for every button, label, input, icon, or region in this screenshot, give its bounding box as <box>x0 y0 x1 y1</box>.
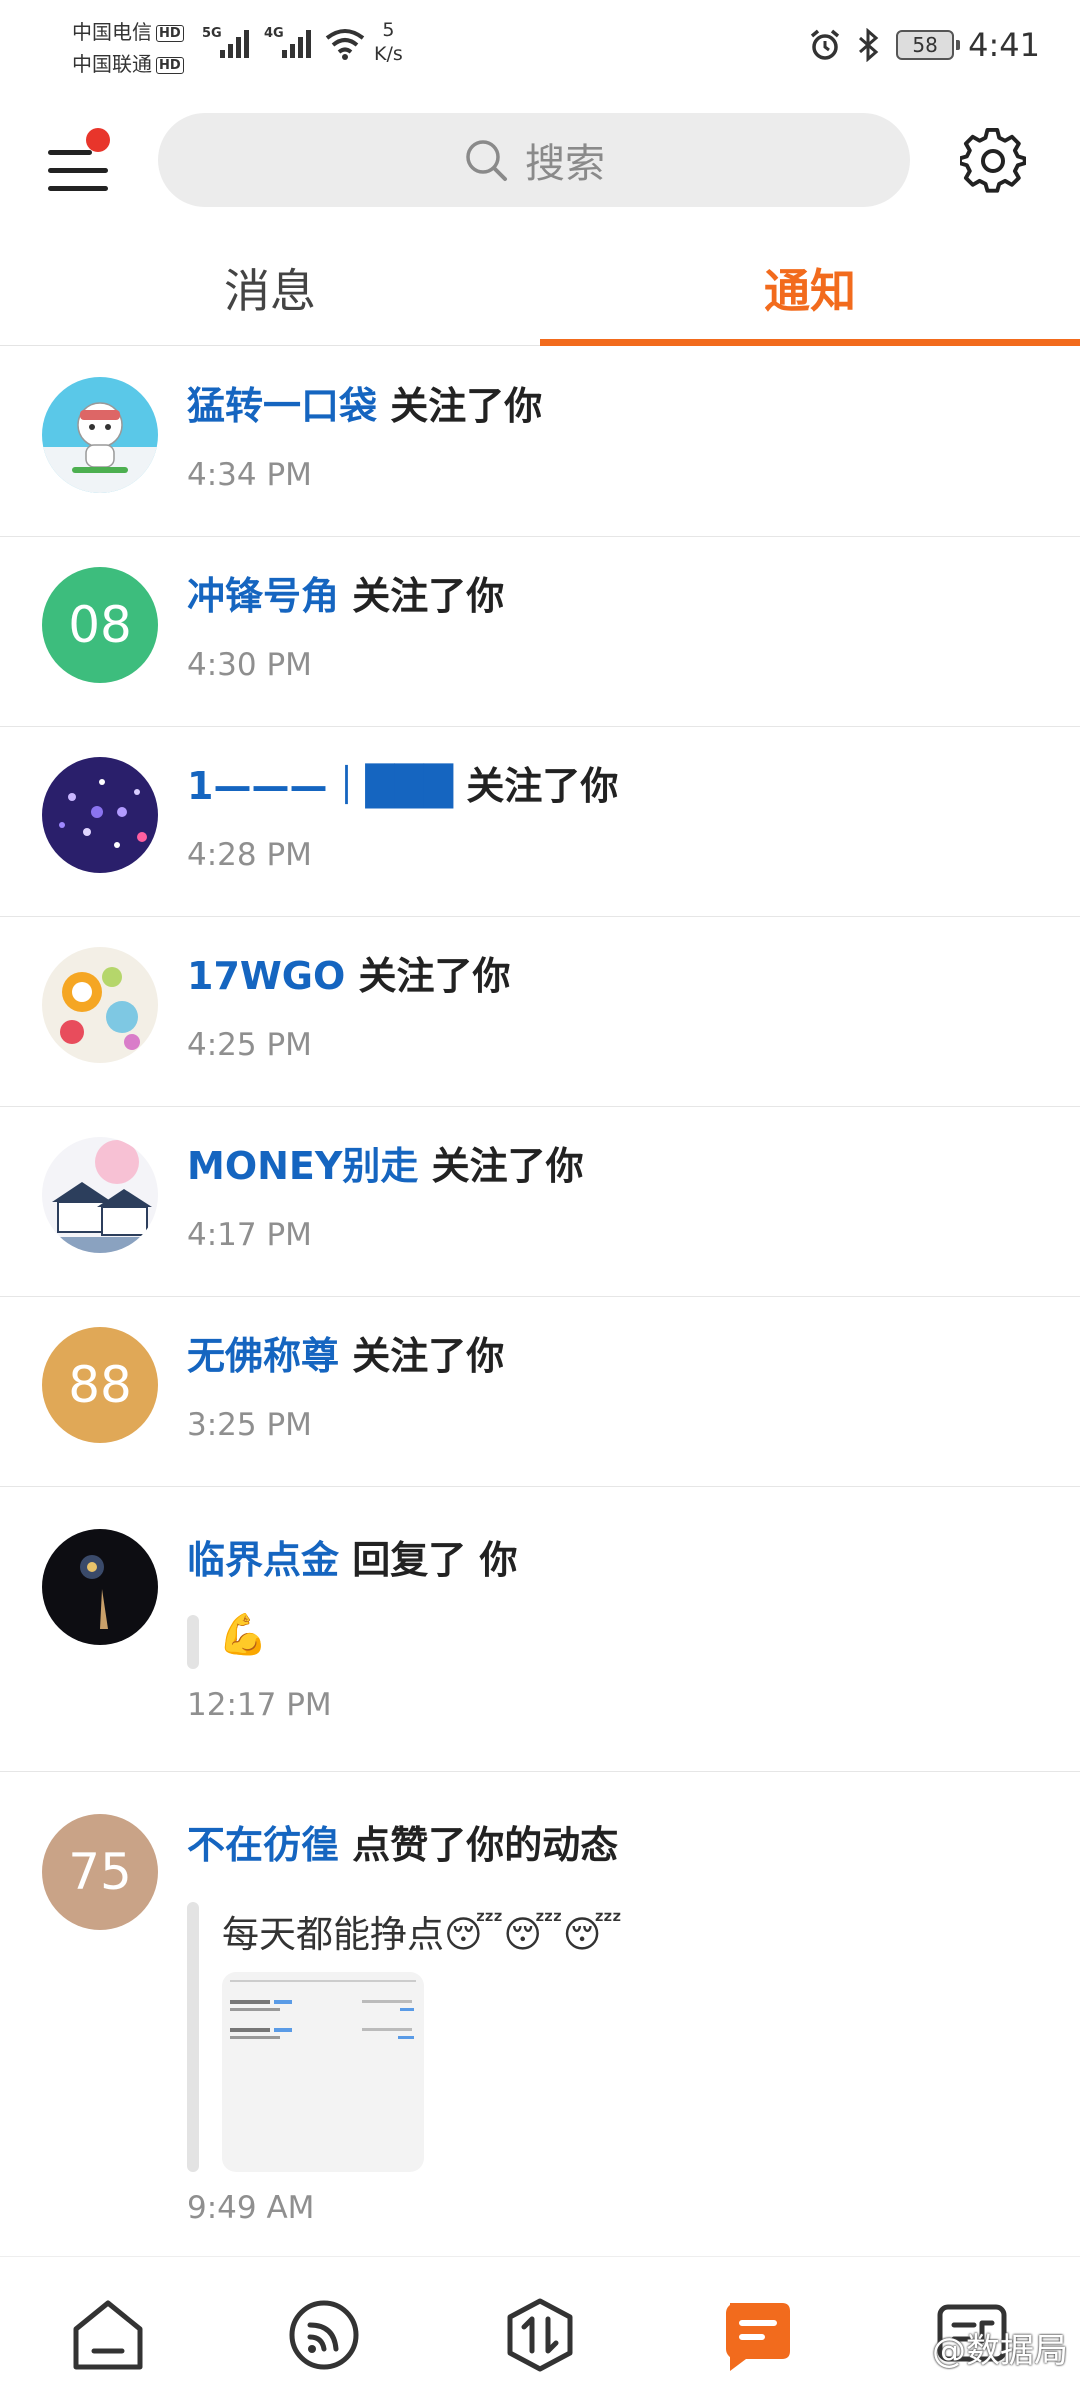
notification-list: 猛转一口袋 关注了你 4:34 PM 08 冲锋号角 关注了你 4:30 PM … <box>0 347 1080 2257</box>
search-bar[interactable]: 搜索 <box>158 113 910 207</box>
reply-content[interactable]: 💪 <box>218 1611 268 1658</box>
feed-icon[interactable] <box>284 2295 364 2375</box>
action-text: 关注了你 <box>390 384 543 428</box>
avatar-polar-bear-image <box>42 402 158 493</box>
username[interactable]: 猛转一口袋 <box>187 384 377 428</box>
carrier-info: 中国电信 HD 中国联通 HD <box>72 16 184 80</box>
avatar-dark-figure-image <box>80 1555 108 1629</box>
avatar-house-image <box>42 1140 158 1253</box>
notification-item[interactable]: 1———｜███ 关注了你 4:28 PM <box>0 727 1080 917</box>
quote-bar <box>187 1615 199 1669</box>
messages-icon[interactable] <box>716 2295 796 2375</box>
tab-bar: 消息 通知 <box>0 236 1080 346</box>
bluetooth-icon <box>859 28 879 62</box>
hd-badge: HD <box>156 57 184 74</box>
notification-item[interactable]: 17WGO 关注了你 4:25 PM <box>0 917 1080 1107</box>
action-text: 关注了你 <box>431 1144 584 1188</box>
active-tab-indicator <box>540 339 1080 346</box>
username[interactable]: MONEY别走 <box>187 1144 418 1188</box>
action-text: 关注了你 <box>352 574 505 618</box>
timestamp: 12:17 PM <box>187 1687 332 1723</box>
status-bar: 中国电信 HD 中国联通 HD 5G 4G 5 K/s 58 4:41 <box>0 0 1080 96</box>
carrier-1: 中国电信 <box>72 20 152 44</box>
svg-text:4G: 4G <box>264 26 284 41</box>
timestamp: 3:25 PM <box>187 1407 312 1443</box>
action-text: 回复了 你 <box>352 1538 518 1582</box>
action-text: 点赞了你的动态 <box>352 1823 619 1867</box>
timestamp: 4:34 PM <box>187 457 312 493</box>
menu-button[interactable] <box>46 128 116 198</box>
search-icon <box>466 140 507 181</box>
bottom-navigation: @数据局 <box>0 2256 1080 2400</box>
tab-notifications[interactable]: 通知 <box>540 236 1080 346</box>
avatar[interactable] <box>42 377 158 493</box>
avatar[interactable]: 08 <box>42 567 158 683</box>
watermark: @数据局 <box>932 2331 1068 2371</box>
avatar-doodle-image <box>60 967 140 1050</box>
notification-item[interactable]: MONEY别走 关注了你 4:17 PM <box>0 1107 1080 1297</box>
notification-badge <box>86 128 110 152</box>
avatar[interactable] <box>42 757 158 873</box>
action-text: 关注了你 <box>358 954 511 998</box>
timestamp: 4:28 PM <box>187 837 312 873</box>
clock: 4:41 <box>968 26 1040 64</box>
notification-item[interactable]: 临界点金 回复了 你 💪 12:17 PM <box>0 1487 1080 1772</box>
battery-icon: 58 <box>896 30 961 60</box>
action-text: 关注了你 <box>466 764 619 808</box>
post-text[interactable]: 每天都能挣点😴😴😴 <box>222 1904 622 1958</box>
avatar-sparkle-image <box>59 779 147 848</box>
wifi-icon <box>325 29 365 60</box>
avatar[interactable]: 88 <box>42 1327 158 1443</box>
net-speed: 5 K/s <box>374 19 403 65</box>
username[interactable]: 17WGO <box>187 954 345 998</box>
action-text: 关注了你 <box>352 1334 505 1378</box>
tab-messages[interactable]: 消息 <box>0 236 540 346</box>
post-image-thumbnail[interactable] <box>222 1972 424 2172</box>
username[interactable]: 冲锋号角 <box>187 574 339 618</box>
trade-icon[interactable] <box>500 2295 580 2375</box>
carrier-2: 中国联通 <box>72 52 152 76</box>
timestamp: 9:49 AM <box>187 2190 315 2226</box>
home-icon[interactable] <box>68 2295 148 2375</box>
notification-item[interactable]: 75 不在彷徨 点赞了你的动态 每天都能挣点😴😴😴 9:49 AM <box>0 1772 1080 2257</box>
quote-bar <box>187 1902 199 2172</box>
post-image-screenshot <box>230 1980 416 2039</box>
alarm-icon <box>811 29 840 60</box>
hd-badge: HD <box>156 25 184 42</box>
username[interactable]: 无佛称尊 <box>187 1334 339 1378</box>
settings-gear-icon[interactable] <box>960 128 1026 194</box>
signal-4g-icon: 4G <box>264 26 311 58</box>
timestamp: 4:17 PM <box>187 1217 312 1253</box>
top-bar: 搜索 <box>0 110 1080 210</box>
username[interactable]: 临界点金 <box>187 1538 339 1582</box>
avatar[interactable] <box>42 1137 158 1253</box>
username[interactable]: 不在彷徨 <box>187 1823 339 1867</box>
avatar[interactable] <box>42 947 158 1063</box>
avatar[interactable]: 75 <box>42 1814 158 1930</box>
username[interactable]: 1———｜███ <box>187 764 453 808</box>
notification-item[interactable]: 08 冲锋号角 关注了你 4:30 PM <box>0 537 1080 727</box>
timestamp: 4:30 PM <box>187 647 312 683</box>
notification-item[interactable]: 88 无佛称尊 关注了你 3:25 PM <box>0 1297 1080 1487</box>
svg-text:5G: 5G <box>202 26 222 41</box>
search-placeholder: 搜索 <box>525 141 605 187</box>
notification-item[interactable]: 猛转一口袋 关注了你 4:34 PM <box>0 347 1080 537</box>
avatar[interactable] <box>42 1529 158 1645</box>
timestamp: 4:25 PM <box>187 1027 312 1063</box>
signal-5g-icon: 5G <box>202 26 249 58</box>
